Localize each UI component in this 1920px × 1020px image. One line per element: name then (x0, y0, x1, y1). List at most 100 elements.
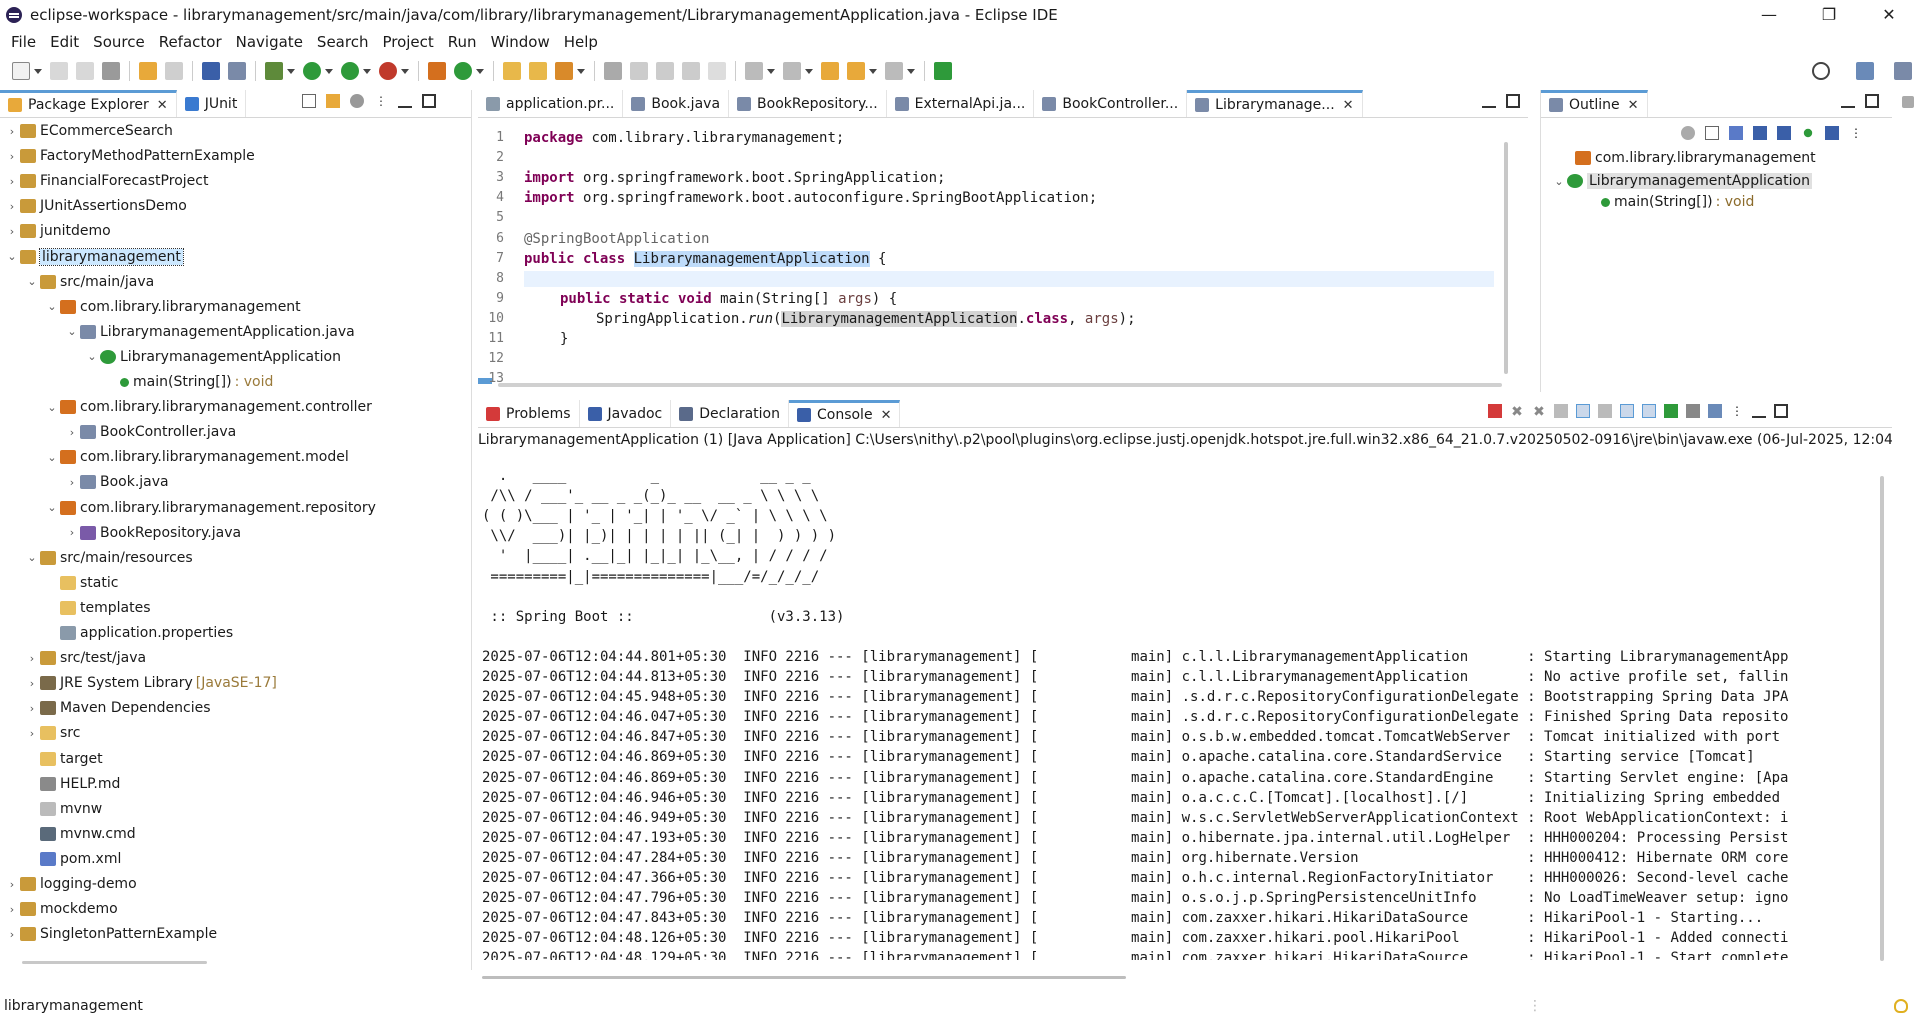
word-wrap-icon[interactable] (1598, 404, 1612, 418)
maximize-view-icon[interactable] (422, 94, 436, 108)
view-tab[interactable]: Problems (478, 400, 580, 427)
focus-icon[interactable] (1681, 126, 1695, 140)
show-whitespace-icon[interactable] (682, 62, 700, 80)
next-annotation-icon[interactable] (745, 62, 763, 80)
minimize-view-icon[interactable] (1841, 94, 1855, 108)
outline-row[interactable]: main(String[]) : void (1599, 192, 1754, 212)
menu-project[interactable]: Project (375, 33, 440, 51)
menu-search[interactable]: Search (310, 33, 376, 51)
tree-item[interactable]: › src (26, 723, 81, 743)
hide-non-public-icon[interactable] (1803, 128, 1813, 138)
tree-item[interactable]: › JUnitAssertionsDemo (6, 196, 187, 216)
console-output[interactable]: . ____ _ __ _ _ /\\ / ___'_ __ _ _(_)_ _… (478, 468, 1874, 960)
external-tools-icon[interactable] (379, 62, 397, 80)
view-tab[interactable]: Console ✕ (788, 400, 901, 427)
tree-item[interactable]: main(String[]): void (106, 372, 273, 392)
view-menu-icon[interactable]: ⋮ (374, 94, 388, 108)
tree-item[interactable]: › mockdemo (6, 899, 118, 919)
scroll-lock-icon[interactable] (1576, 404, 1590, 418)
editor-vertical-scrollbar[interactable] (1504, 142, 1508, 374)
view-menu-icon[interactable]: ⋮ (1730, 404, 1744, 418)
expand-arrow-icon[interactable]: ⌄ (46, 451, 58, 464)
search-toolbar-icon[interactable] (555, 62, 573, 80)
editor-tab[interactable]: Librarymanage... ✕ (1187, 90, 1363, 117)
expand-arrow-icon[interactable]: › (6, 150, 18, 163)
show-on-output-icon[interactable] (1620, 404, 1634, 418)
restore-icon[interactable] (1902, 96, 1914, 108)
expand-arrow-icon[interactable]: › (66, 526, 78, 539)
expand-arrow-icon[interactable]: ⌄ (46, 401, 58, 414)
editor-tab[interactable]: ExternalApi.ja... (887, 90, 1035, 117)
code-area[interactable]: package com.library.librarymanagement; i… (524, 120, 1508, 378)
close-icon[interactable]: ✕ (881, 408, 892, 423)
expand-arrow-icon[interactable]: ⌄ (66, 325, 78, 338)
save-all-icon[interactable] (76, 62, 94, 80)
debug-icon[interactable] (265, 62, 283, 80)
expand-arrow-icon[interactable]: › (6, 175, 18, 188)
maximize-view-icon[interactable] (1774, 404, 1788, 418)
expand-arrow-icon[interactable]: ⌄ (46, 501, 58, 514)
tree-item[interactable]: › BookRepository.java (66, 523, 241, 543)
horizontal-scrollbar[interactable] (22, 961, 207, 964)
tree-item[interactable]: › junitdemo (6, 221, 111, 241)
expand-arrow-icon[interactable]: ⌄ (6, 250, 18, 263)
tree-item[interactable]: static (46, 573, 118, 593)
remove-all-icon[interactable]: ✖ (1532, 404, 1546, 420)
tree-item[interactable]: ⌄ com.library.librarymanagement (46, 297, 300, 317)
undo-icon[interactable] (139, 62, 157, 80)
expand-arrow-icon[interactable]: ⌄ (86, 350, 98, 363)
tree-item[interactable]: › SingletonPatternExample (6, 924, 217, 944)
menu-window[interactable]: Window (484, 33, 557, 51)
tab-package-explorer[interactable]: Package Explorer ✕ (0, 90, 177, 117)
expand-arrow-icon[interactable]: ⌄ (46, 300, 58, 313)
menu-help[interactable]: Help (557, 33, 605, 51)
minimize-editor-icon[interactable] (1482, 94, 1496, 108)
minimize-view-icon[interactable] (1752, 404, 1766, 418)
last-edit-location-icon[interactable] (821, 62, 839, 80)
expand-arrow-icon[interactable]: ⌄ (26, 275, 38, 288)
terminal-icon[interactable] (102, 62, 120, 80)
tree-item[interactable]: › src/test/java (26, 648, 146, 668)
tree-item[interactable]: ⌄ com.library.librarymanagement.model (46, 447, 348, 467)
minimize-view-icon[interactable] (398, 94, 412, 108)
expand-arrow-icon[interactable]: › (6, 125, 18, 138)
view-tab[interactable]: Declaration (671, 400, 789, 427)
pin-editor-icon[interactable] (934, 62, 952, 80)
forward-icon[interactable] (885, 62, 903, 80)
link-with-editor-icon[interactable] (326, 94, 340, 108)
redo-icon[interactable] (165, 62, 183, 80)
menu-edit[interactable]: Edit (43, 33, 86, 51)
terminate-icon[interactable] (1488, 404, 1502, 418)
tree-item[interactable]: ⌄ LibrarymanagementApplication (86, 347, 341, 367)
expand-arrow-icon[interactable]: › (6, 903, 18, 916)
tree-item[interactable]: › logging-demo (6, 874, 137, 894)
expand-arrow-icon[interactable]: › (6, 878, 18, 891)
maximize-view-icon[interactable] (1865, 94, 1879, 108)
editor-tab[interactable]: Book.java (623, 90, 730, 117)
open-perspective-icon[interactable] (1856, 62, 1874, 80)
word-wrap-icon[interactable] (630, 62, 648, 80)
tree-item[interactable]: ⌄ com.library.librarymanagement.repositor… (46, 498, 376, 518)
menu-navigate[interactable]: Navigate (229, 33, 310, 51)
clear-console-icon[interactable] (1554, 404, 1568, 418)
maximize-button[interactable]: ❐ (1806, 0, 1852, 29)
editor-horizontal-scrollbar[interactable] (498, 383, 1502, 387)
tree-item[interactable]: mvnw (26, 799, 102, 819)
open-type-icon[interactable] (503, 62, 521, 80)
tree-item[interactable]: ⌄ com.library.librarymanagement.controlle… (46, 397, 372, 417)
block-selection-icon[interactable] (656, 62, 674, 80)
tab-outline[interactable]: Outline ✕ (1541, 90, 1648, 117)
expand-arrow-icon[interactable]: › (66, 426, 78, 439)
close-icon[interactable]: ✕ (157, 98, 168, 113)
tree-item[interactable]: ⌄ librarymanagement (6, 247, 184, 267)
remove-launch-icon[interactable]: ✖ (1510, 404, 1524, 420)
open-console-icon[interactable] (1708, 404, 1722, 418)
menu-source[interactable]: Source (86, 33, 152, 51)
show-on-error-icon[interactable] (1642, 404, 1656, 418)
tip-bulb-icon[interactable] (1894, 998, 1908, 1013)
filters-icon[interactable] (350, 94, 364, 108)
mark-occurrences-icon[interactable] (604, 62, 622, 80)
pilcrow-icon[interactable] (708, 62, 726, 80)
previous-annotation-icon[interactable] (783, 62, 801, 80)
pin-console-icon[interactable] (1664, 404, 1678, 418)
